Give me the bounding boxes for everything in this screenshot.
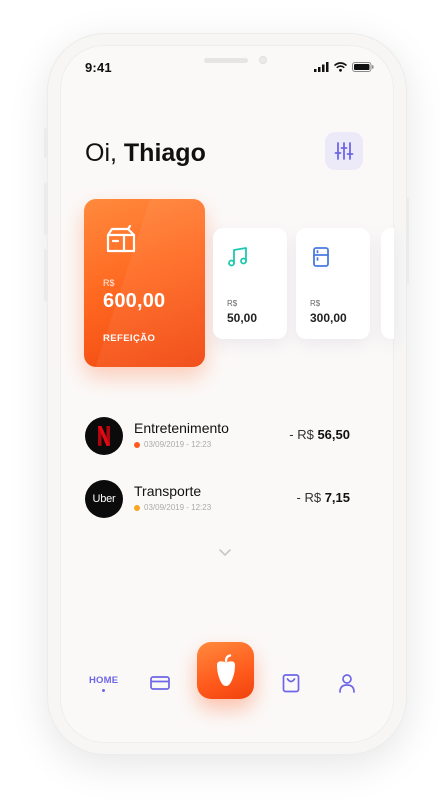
shopping-bag-icon xyxy=(282,674,300,693)
amount-prefix: - R$ xyxy=(296,490,322,505)
card-currency: R$ xyxy=(103,278,115,288)
sliders-icon xyxy=(334,142,354,160)
transaction-datetime: 03/09/2019 - 12:23 xyxy=(144,503,212,512)
phone-volume-down xyxy=(44,249,47,301)
greeting-prefix: Oi, xyxy=(85,139,117,167)
greeting: Oi, Thiago xyxy=(85,139,206,168)
card-amount: 50,00 xyxy=(227,311,258,325)
nav-active-indicator xyxy=(102,689,105,692)
nav-home[interactable]: HOME xyxy=(89,675,118,686)
wifi-icon xyxy=(334,62,347,72)
transaction-amount: - R$ 56,50 xyxy=(289,427,350,442)
uber-logo-text: Uber xyxy=(92,493,116,505)
transaction-row[interactable]: Uber Transporte 03/09/2019 - 12:23 - R$ … xyxy=(85,480,350,520)
nav-shop[interactable] xyxy=(282,673,300,698)
amount-prefix: - R$ xyxy=(289,427,314,442)
transaction-meta: 03/09/2019 - 12:23 xyxy=(134,503,211,512)
front-camera xyxy=(259,56,267,64)
chevron-down-icon[interactable] xyxy=(218,545,232,563)
fridge-icon xyxy=(310,246,332,273)
status-dot xyxy=(134,441,140,448)
filter-button[interactable] xyxy=(325,132,363,170)
nav-card[interactable] xyxy=(150,675,170,696)
music-note-icon xyxy=(227,246,249,273)
status-time: 9:41 xyxy=(85,60,112,75)
phone-volume-up xyxy=(44,183,47,235)
phone-silent-switch xyxy=(44,128,47,158)
transaction-row[interactable]: Entretenimento 03/09/2019 - 12:23 - R$ 5… xyxy=(85,417,350,457)
meal-bag-icon xyxy=(104,224,138,258)
transaction-datetime: 03/09/2019 - 12:23 xyxy=(144,440,212,449)
user-icon xyxy=(339,674,355,693)
benefit-card-music[interactable]: R$ 50,00 xyxy=(213,228,287,339)
netflix-logo xyxy=(85,417,123,455)
card-label: REFEIÇÃO xyxy=(103,333,156,344)
benefit-card-next[interactable] xyxy=(381,228,394,339)
speaker xyxy=(204,58,248,63)
benefit-card-meal[interactable]: R$ 600,00 REFEIÇÃO xyxy=(84,199,205,367)
uber-logo: Uber xyxy=(85,480,123,518)
transaction-meta: 03/09/2019 - 12:23 xyxy=(134,440,211,449)
amount-value: 56,50 xyxy=(317,427,350,442)
benefit-card-fridge[interactable]: R$ 300,00 xyxy=(296,228,370,339)
pepper-icon xyxy=(216,653,235,686)
battery-icon xyxy=(352,62,374,72)
user-name: Thiago xyxy=(123,139,206,167)
status-dot xyxy=(134,504,140,511)
card-amount: 300,00 xyxy=(310,311,347,325)
card-currency: R$ xyxy=(227,299,238,308)
credit-card-icon xyxy=(150,676,170,690)
phone-power-button xyxy=(406,198,409,284)
nav-profile[interactable] xyxy=(338,673,356,698)
transaction-category: Entretenimento xyxy=(134,420,229,436)
amount-value: 7,15 xyxy=(324,490,350,505)
transaction-amount: - R$ 7,15 xyxy=(297,490,351,505)
status-icons xyxy=(314,62,374,72)
signal-icon xyxy=(314,62,329,72)
card-amount: 600,00 xyxy=(103,290,166,312)
transaction-category: Transporte xyxy=(134,483,202,499)
card-currency: R$ xyxy=(310,299,321,308)
center-action-button[interactable] xyxy=(197,642,254,699)
